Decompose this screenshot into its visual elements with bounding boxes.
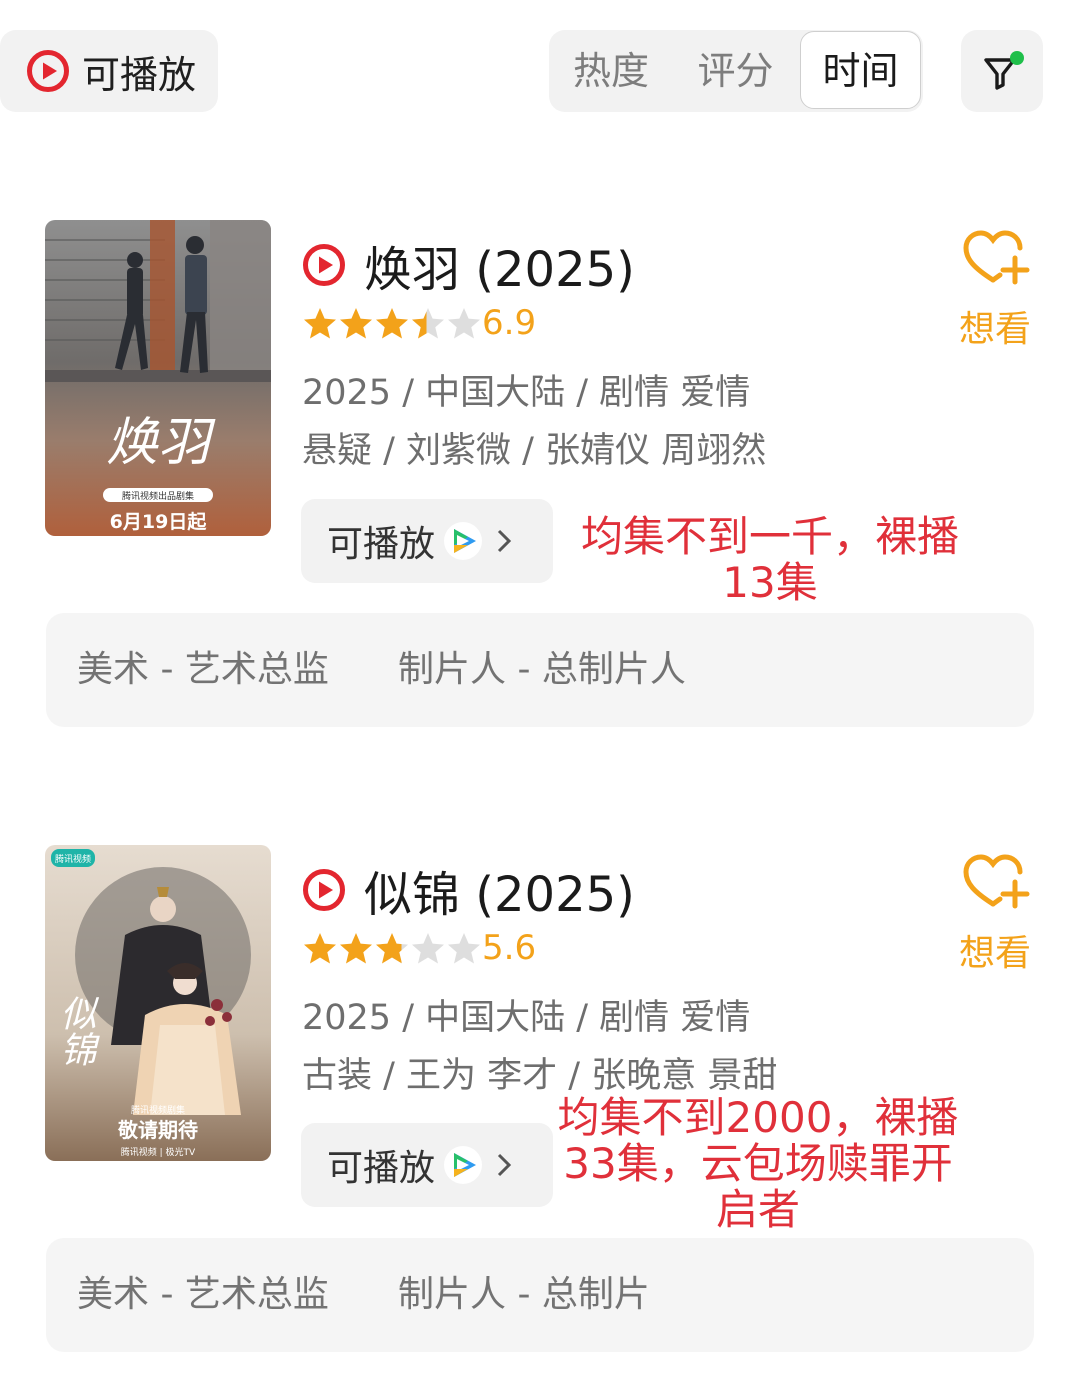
red-annotation: 均集不到2000，裸播 33集，云包场赎罪开 启者 [557, 1093, 959, 1234]
rating-star-icon [304, 308, 336, 339]
credit-art-director: 美术 - 艺术总监 [77, 649, 329, 690]
svg-text:敬请期待: 敬请期待 [117, 1118, 198, 1142]
sort-tab-rating[interactable]: 评分 [673, 30, 798, 112]
play-circle-icon [303, 869, 345, 911]
playable-button-label: 可播放 [327, 524, 436, 565]
playable-button[interactable]: 可播放 [301, 499, 553, 583]
item-title-row: 似锦 (2025) [302, 855, 635, 925]
tencent-video-logo-icon [444, 522, 483, 560]
playable-filter-label: 可播放 [82, 52, 197, 97]
play-circle-icon [303, 244, 345, 286]
poster-image[interactable]: 腾讯视频 似锦 腾讯视频剧集 敬请期待 腾讯视频 | 极光TV [45, 845, 271, 1161]
want-to-watch-button[interactable]: 想看 [950, 852, 1040, 976]
item-title[interactable]: 似锦 (2025) [364, 855, 635, 925]
item-title-row: 焕羽 (2025) [302, 230, 635, 300]
playable-button-label: 可播放 [327, 1148, 436, 1189]
svg-text:腾讯视频剧集: 腾讯视频剧集 [131, 1104, 185, 1116]
want-to-watch-label: 想看 [958, 309, 1031, 350]
rating-star-icon [340, 933, 372, 964]
rating-score: 6.9 [482, 303, 537, 343]
credit-art-director: 美术 - 艺术总监 [77, 1274, 329, 1315]
svg-text:焕羽: 焕羽 [106, 413, 216, 473]
item-meta-line2: 悬疑 / 刘紫微 / 张婧仪 周翊然 [302, 431, 767, 471]
rating-star-icon [376, 933, 408, 964]
playable-button[interactable]: 可播放 [301, 1123, 553, 1207]
svg-text:腾讯视频: 腾讯视频 [55, 853, 91, 865]
tencent-video-logo-icon [444, 1146, 483, 1184]
sort-tab-time[interactable]: 时间 [800, 31, 921, 109]
rating-star-icon [304, 933, 336, 964]
red-annotation: 均集不到一千，裸播 13集 [580, 512, 959, 607]
poster-image[interactable]: 焕羽 腾讯视频出品剧集 6月19日起 [45, 220, 271, 536]
credits-bar: 美术 - 艺术总监 制片人 - 总制片 [46, 1238, 1034, 1352]
item-meta-line1: 2025 / 中国大陆 / 剧情 爱情 [302, 998, 751, 1038]
rating-star-icon [340, 308, 372, 339]
sort-tabs: 热度 评分 时间 [549, 30, 923, 112]
play-circle-icon [27, 50, 69, 92]
svg-text:腾讯视频出品剧集: 腾讯视频出品剧集 [122, 490, 194, 502]
rating-score: 5.6 [482, 928, 537, 968]
item-title[interactable]: 焕羽 (2025) [364, 230, 635, 300]
credit-producer: 制片人 - 总制片 [398, 1274, 650, 1315]
rating-star-icon [448, 308, 480, 339]
rating-star-icon [376, 308, 408, 339]
chevron-right-icon [497, 529, 512, 553]
filter-funnel-icon [984, 51, 1024, 90]
item-meta-line1: 2025 / 中国大陆 / 剧情 爱情 [302, 373, 751, 413]
credits-bar: 美术 - 艺术总监 制片人 - 总制片人 [46, 613, 1034, 727]
want-to-watch-label: 想看 [958, 933, 1031, 974]
svg-text:6月19日起: 6月19日起 [110, 511, 208, 533]
rating-stars [302, 931, 482, 967]
sort-tab-popularity[interactable]: 热度 [549, 30, 673, 112]
filter-badge-dot [1010, 51, 1024, 65]
filter-button[interactable] [961, 30, 1043, 112]
want-to-watch-button[interactable]: 想看 [950, 228, 1040, 352]
heart-plus-icon [963, 854, 1030, 909]
heart-plus-icon [963, 230, 1030, 285]
svg-text:似锦: 似锦 [55, 995, 96, 1067]
rating-star-icon [448, 933, 480, 964]
credit-producer: 制片人 - 总制片人 [398, 649, 686, 690]
svg-text:腾讯视频 | 极光TV: 腾讯视频 | 极光TV [121, 1146, 196, 1158]
rating-star-icon [412, 933, 444, 964]
rating-stars [302, 306, 482, 342]
playable-filter-chip[interactable]: 可播放 [0, 30, 218, 112]
rating-star-icon [412, 308, 444, 339]
item-meta-line2: 古装 / 王为 李才 / 张晚意 景甜 [302, 1056, 778, 1096]
chevron-right-icon [497, 1153, 512, 1177]
